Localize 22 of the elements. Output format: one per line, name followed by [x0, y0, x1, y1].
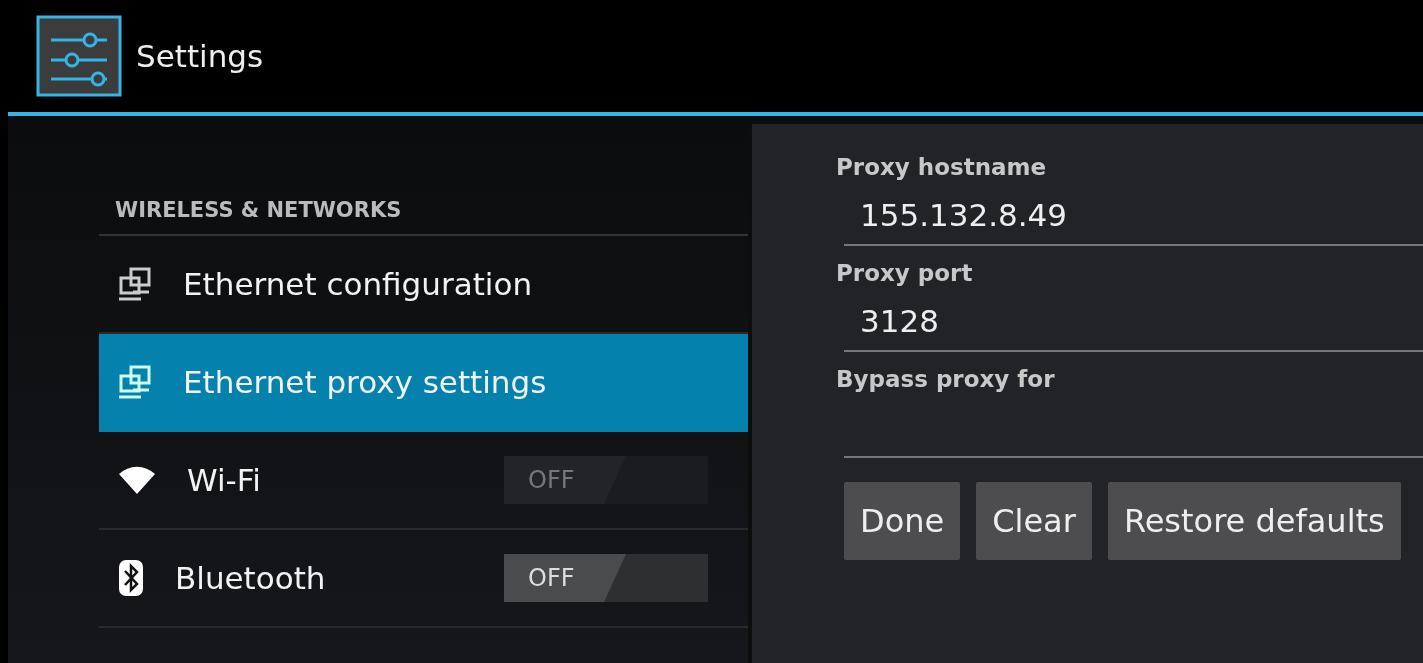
field-label: Proxy hostname	[836, 154, 1048, 180]
item-label: Wi-Fi	[187, 462, 262, 498]
field-label: Proxy port	[836, 260, 974, 286]
settings-item[interactable]: Ethernet proxy settings	[99, 334, 748, 432]
settings-item[interactable]: Bluetooth OFF	[99, 530, 748, 628]
input-field[interactable]: 3128	[844, 292, 1423, 352]
field-label: Bypass proxy for	[836, 366, 1056, 392]
computers-icon	[117, 266, 153, 302]
item-label: Ethernet proxy settings	[183, 364, 548, 400]
wifi-icon	[117, 464, 157, 496]
bluetooth-icon	[117, 558, 145, 598]
app-title: Settings	[136, 38, 264, 74]
section-header: WIRELESS & NETWORKS	[99, 198, 748, 236]
computers-icon	[117, 364, 153, 400]
settings-icon	[36, 15, 122, 97]
item-label: Bluetooth	[175, 560, 327, 596]
dialog-button[interactable]: Clear	[976, 482, 1092, 560]
dialog-button[interactable]: Restore defaults	[1107, 482, 1401, 560]
input-field[interactable]: 155.132.8.49	[844, 186, 1423, 246]
dialog-button[interactable]: Done	[844, 482, 961, 560]
item-label: Ethernet configuration	[183, 266, 534, 302]
toggle-switch[interactable]: OFF	[504, 554, 708, 602]
